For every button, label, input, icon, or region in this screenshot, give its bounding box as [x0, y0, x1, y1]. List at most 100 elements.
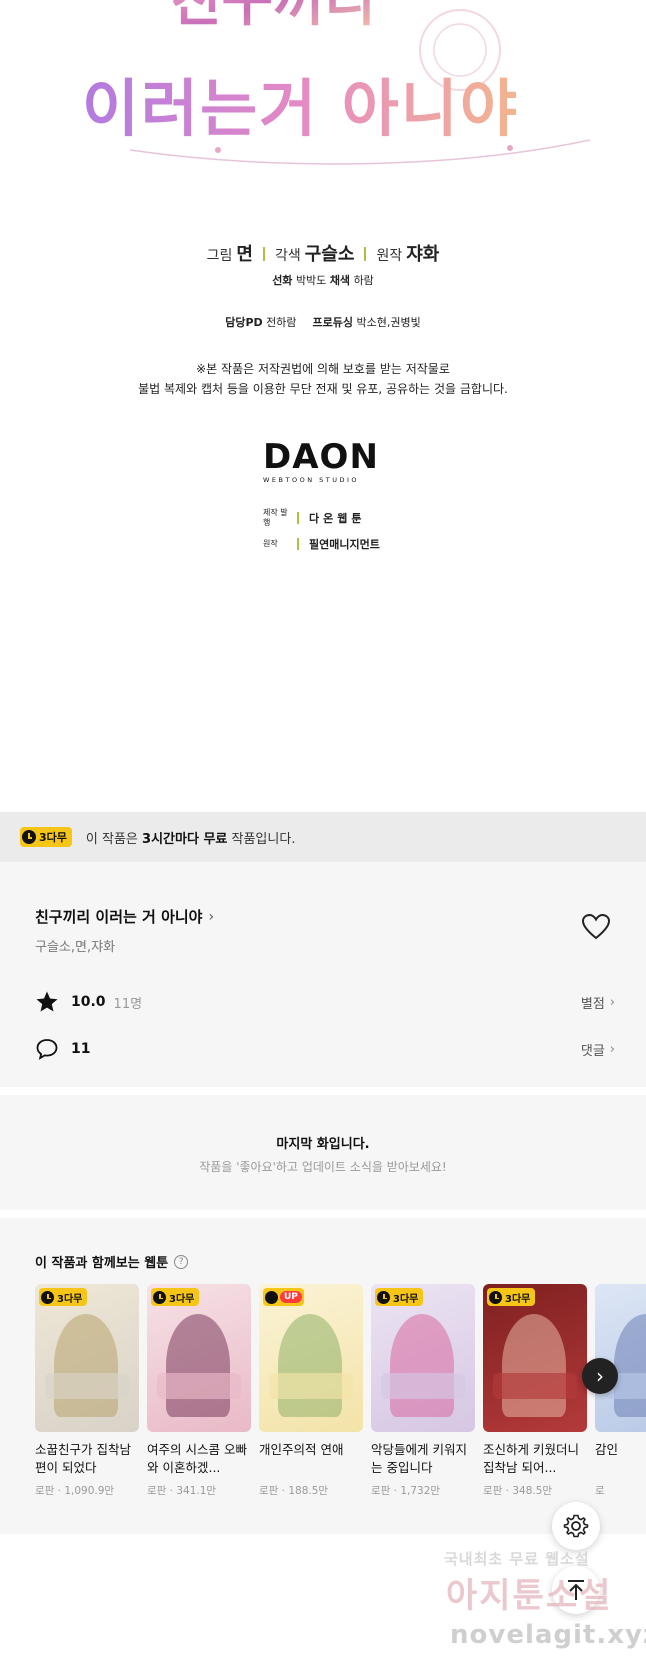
card-meta: 로판 · 188.5만	[259, 1485, 329, 1497]
card-meta: 로판 · 348.5만	[483, 1485, 553, 1497]
credit-key: 각색	[274, 248, 301, 264]
logo-title-line2: 이러는거 아니야	[82, 72, 519, 145]
card-genre: 로판	[35, 1485, 55, 1497]
comments-link-label: 댓글	[580, 1043, 605, 1059]
card-thumbnail[interactable]: UP	[259, 1284, 363, 1432]
studio-name: DAON	[263, 437, 379, 477]
card-title[interactable]: 여주의 시스콤 오빠와 이혼하겠...	[147, 1441, 251, 1477]
recommendation-card[interactable]: 3다무 조신하게 키웠더니 집착남 되어... 로판 · 348.5만	[483, 1284, 587, 1498]
card-meta: 로	[595, 1483, 646, 1498]
credit-key: 선화	[272, 274, 293, 287]
recommendation-card[interactable]: 3다무 소꿉친구가 집착남편이 되었다 로판 · 1,090.9만	[35, 1284, 139, 1498]
credit-value: 박소현,권병빛	[356, 316, 421, 329]
publisher-key: 제작 발행	[263, 508, 288, 527]
rating-row: 10.0 11명 별점 ›	[35, 990, 615, 1014]
divider	[262, 247, 265, 261]
card-title[interactable]: 악당들에게 키워지는 중입니다	[371, 1441, 475, 1477]
wait-free-badge: 3다무	[151, 1288, 200, 1306]
series-logo: 친구끼리 이러는거 아니야	[82, 0, 590, 165]
rating-link[interactable]: 별점 ›	[581, 993, 615, 1012]
free-text-bold: 3시간마다 무료	[142, 831, 228, 847]
card-thumbnail[interactable]: 3다무	[147, 1284, 251, 1432]
card-thumbnail[interactable]: 3다무	[483, 1284, 587, 1432]
clock-icon	[377, 1290, 390, 1304]
thumbnail-art	[501, 1313, 567, 1418]
card-genre: 로판	[147, 1485, 167, 1497]
wait-free-badge: 3다무	[487, 1288, 536, 1306]
thumbnail-art	[493, 1372, 577, 1400]
card-views: 1,732만	[400, 1485, 441, 1497]
comments-link[interactable]: 댓글 ›	[581, 1040, 615, 1059]
last-episode-subtitle: 작품을 '좋아요'하고 업데이트 소식을 받아보세요!	[199, 1160, 447, 1174]
card-views: 1,090.9만	[64, 1485, 115, 1497]
card-title[interactable]: 개인주의적 연애	[259, 1441, 363, 1477]
recommendations-title: 이 작품과 함께보는 웹툰	[35, 1256, 169, 1271]
series-authors: 구슬소,면,쟈화	[35, 940, 116, 955]
card-title[interactable]: 조신하게 키웠더니 집착남 되어...	[483, 1441, 587, 1477]
thumbnail-art	[613, 1313, 646, 1418]
logo-title-line1: 친구끼리	[170, 0, 376, 34]
help-icon[interactable]: ?	[174, 1254, 189, 1269]
last-episode-title: 마지막 화입니다.	[276, 1137, 370, 1152]
card-genre: 로판	[371, 1485, 391, 1497]
site-watermark: 국내최초 무료 웹소설 아지툰소설 novelagit.xyz	[410, 1540, 646, 1661]
settings-button[interactable]	[552, 1502, 600, 1550]
last-episode-notice: 마지막 화입니다. 작품을 '좋아요'하고 업데이트 소식을 받아보세요!	[0, 1095, 646, 1210]
free-every-3-hours-banner: 3다무 이 작품은 3시간마다 무료 작품입니다.	[0, 812, 646, 862]
badge-label: 3다무	[169, 1293, 195, 1305]
thumbnail-art	[53, 1313, 119, 1418]
card-genre: 로판	[483, 1485, 503, 1497]
recommendation-card[interactable]: 3다무 악당들에게 키워지는 중입니다 로판 · 1,732만	[371, 1284, 475, 1498]
watermark-line1: 국내최초 무료 웹소설	[444, 1550, 590, 1568]
series-title: 친구끼리 이러는 거 아니야	[35, 908, 203, 926]
credit-value: 전하람	[266, 316, 297, 329]
divider	[297, 538, 299, 550]
badge-label: 3다무	[505, 1293, 531, 1305]
series-info: 친구끼리 이러는 거 아니야 › 구슬소,면,쟈화 10.0 11명 별점 › 1…	[0, 862, 646, 1087]
card-meta: 로판 · 1,732만	[371, 1485, 441, 1497]
card-genre: 로판	[259, 1485, 279, 1497]
original-value: 필연매니지먼트	[309, 538, 380, 551]
card-thumbnail[interactable]: 3다무	[35, 1284, 139, 1432]
thumbnail-art	[277, 1313, 343, 1418]
badge-label: 3다무	[39, 831, 67, 844]
recommendation-card[interactable]: UP 개인주의적 연애 로판 · 188.5만	[259, 1284, 363, 1498]
divider	[364, 247, 367, 261]
card-title[interactable]: 감인	[595, 1441, 646, 1477]
credit-key: 프로듀싱	[312, 316, 354, 329]
wait-free-badge: 3다무	[39, 1288, 88, 1306]
credits-line2: 선화 박박도 채색 하람	[0, 272, 646, 288]
chevron-right-icon: ›	[208, 908, 215, 925]
thumbnail-art	[157, 1372, 241, 1400]
scroll-to-top-button[interactable]	[552, 1566, 600, 1614]
clock-icon	[489, 1290, 502, 1304]
thumbnail-art	[381, 1372, 465, 1400]
publisher-value: 다온웹툰	[309, 512, 366, 525]
card-genre: 로	[595, 1485, 605, 1497]
thumbnail-art	[269, 1372, 353, 1400]
card-title[interactable]: 소꿉친구가 집착남편이 되었다	[35, 1441, 139, 1477]
thumbnail-art	[165, 1313, 231, 1418]
badge-label: 3다무	[57, 1293, 83, 1305]
wait-free-badge: 3다무	[375, 1288, 424, 1306]
credit-value: 쟈화	[406, 244, 440, 265]
recommendation-card[interactable]: 3다무 여주의 시스콤 오빠와 이혼하겠... 로판 · 341.1만	[147, 1284, 251, 1498]
free-banner-text: 이 작품은 3시간마다 무료 작품입니다.	[86, 828, 296, 847]
publisher-row: 제작 발행 다온웹툰	[263, 508, 365, 528]
card-meta: 로판 · 341.1만	[147, 1485, 217, 1497]
card-meta: 로판 · 1,090.9만	[35, 1485, 115, 1497]
credit-value: 면	[236, 244, 253, 265]
clock-icon	[153, 1290, 166, 1304]
up-badge: UP	[263, 1288, 304, 1306]
credits-main: 그림 면 각색 구슬소 원작 쟈화	[0, 240, 646, 266]
series-title-link[interactable]: 친구끼리 이러는 거 아니야 ›	[35, 906, 214, 927]
free-text-post: 작품입니다.	[231, 831, 296, 847]
heart-outline-icon[interactable]	[582, 914, 610, 940]
speech-bubble-icon	[36, 1039, 58, 1060]
comments-row: 11 댓글 ›	[35, 1037, 615, 1061]
card-thumbnail[interactable]: 3다무	[371, 1284, 475, 1432]
chevron-right-icon: ›	[609, 994, 615, 1010]
arrow-up-to-top-icon	[568, 1580, 584, 1600]
copyright-notice-line1: ※본 작품은 저작권법에 의해 보호를 받는 저작물로	[196, 362, 450, 376]
carousel-next-button[interactable]: ›	[582, 1358, 618, 1394]
